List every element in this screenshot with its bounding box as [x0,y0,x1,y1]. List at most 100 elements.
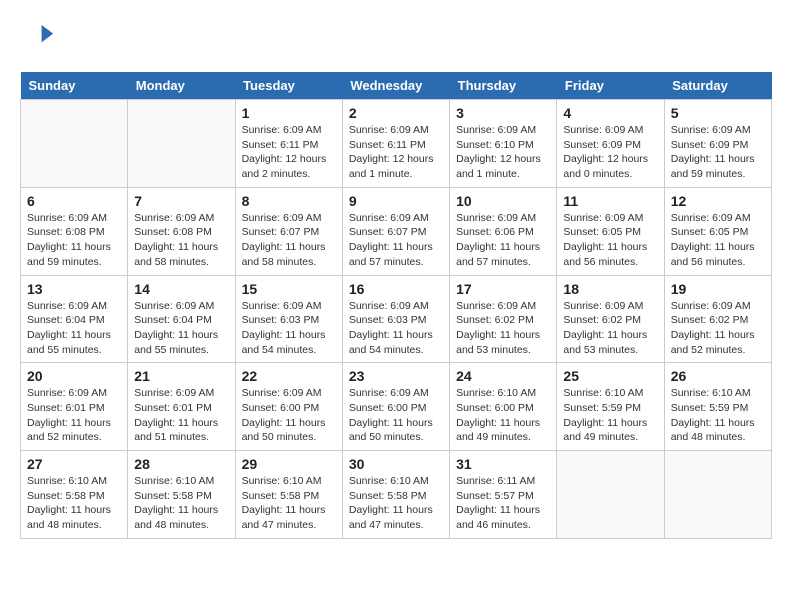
calendar-cell: 27 Sunrise: 6:10 AM Sunset: 5:58 PM Dayli… [21,451,128,539]
day-number: 26 [671,368,765,384]
logo [20,20,60,56]
weekday-header: Monday [128,72,235,100]
day-number: 19 [671,281,765,297]
calendar-table: SundayMondayTuesdayWednesdayThursdayFrid… [20,72,772,539]
cell-info: Sunrise: 6:10 AM Sunset: 5:58 PM Dayligh… [27,474,121,533]
week-row: 1 Sunrise: 6:09 AM Sunset: 6:11 PM Daylig… [21,100,772,188]
day-number: 4 [563,105,657,121]
calendar-cell: 12Sunrise: 6:09 AM Sunset: 6:05 PM Dayli… [664,187,771,275]
calendar-cell: 7 Sunrise: 6:09 AM Sunset: 6:08 PM Daylig… [128,187,235,275]
day-number: 20 [27,368,121,384]
calendar-cell: 5 Sunrise: 6:09 AM Sunset: 6:09 PM Daylig… [664,100,771,188]
day-number: 16 [349,281,443,297]
day-number: 31 [456,456,550,472]
day-number: 6 [27,193,121,209]
cell-info: Sunrise: 6:09 AM Sunset: 6:07 PM Dayligh… [242,211,336,270]
calendar-cell: 25Sunrise: 6:10 AM Sunset: 5:59 PM Dayli… [557,363,664,451]
calendar-cell: 19Sunrise: 6:09 AM Sunset: 6:02 PM Dayli… [664,275,771,363]
week-row: 13Sunrise: 6:09 AM Sunset: 6:04 PM Dayli… [21,275,772,363]
weekday-header: Saturday [664,72,771,100]
calendar-cell: 3 Sunrise: 6:09 AM Sunset: 6:10 PM Daylig… [450,100,557,188]
week-row: 20 Sunrise: 6:09 AM Sunset: 6:01 PM Dayli… [21,363,772,451]
calendar-cell: 10 Sunrise: 6:09 AM Sunset: 6:06 PM Dayli… [450,187,557,275]
day-number: 2 [349,105,443,121]
cell-info: Sunrise: 6:09 AM Sunset: 6:08 PM Dayligh… [27,211,121,270]
day-number: 21 [134,368,228,384]
cell-info: Sunrise: 6:09 AM Sunset: 6:01 PM Dayligh… [27,386,121,445]
day-number: 12 [671,193,765,209]
cell-info: Sunrise: 6:10 AM Sunset: 5:59 PM Dayligh… [671,386,765,445]
cell-info: Sunrise: 6:09 AM Sunset: 6:04 PM Dayligh… [134,299,228,358]
calendar-body: 1 Sunrise: 6:09 AM Sunset: 6:11 PM Daylig… [21,100,772,539]
calendar-cell: 1 Sunrise: 6:09 AM Sunset: 6:11 PM Daylig… [235,100,342,188]
day-number: 8 [242,193,336,209]
day-number: 1 [242,105,336,121]
day-number: 11 [563,193,657,209]
cell-info: Sunrise: 6:09 AM Sunset: 6:04 PM Dayligh… [27,299,121,358]
cell-info: Sunrise: 6:10 AM Sunset: 5:58 PM Dayligh… [242,474,336,533]
week-row: 6 Sunrise: 6:09 AM Sunset: 6:08 PM Daylig… [21,187,772,275]
cell-info: Sunrise: 6:09 AM Sunset: 6:06 PM Dayligh… [456,211,550,270]
day-number: 10 [456,193,550,209]
day-number: 3 [456,105,550,121]
day-number: 15 [242,281,336,297]
cell-info: Sunrise: 6:10 AM Sunset: 5:58 PM Dayligh… [134,474,228,533]
cell-info: Sunrise: 6:09 AM Sunset: 6:11 PM Dayligh… [242,123,336,182]
calendar-cell: 14 Sunrise: 6:09 AM Sunset: 6:04 PM Dayli… [128,275,235,363]
calendar-cell [664,451,771,539]
calendar-cell: 9Sunrise: 6:09 AM Sunset: 6:07 PM Daylig… [342,187,449,275]
day-number: 5 [671,105,765,121]
calendar-cell: 26 Sunrise: 6:10 AM Sunset: 5:59 PM Dayli… [664,363,771,451]
day-number: 29 [242,456,336,472]
calendar-cell: 23 Sunrise: 6:09 AM Sunset: 6:00 PM Dayli… [342,363,449,451]
page-header [20,20,772,56]
day-number: 14 [134,281,228,297]
calendar-cell: 20 Sunrise: 6:09 AM Sunset: 6:01 PM Dayli… [21,363,128,451]
calendar-cell: 24 Sunrise: 6:10 AM Sunset: 6:00 PM Dayli… [450,363,557,451]
cell-info: Sunrise: 6:09 AM Sunset: 6:00 PM Dayligh… [349,386,443,445]
weekday-header: Friday [557,72,664,100]
day-number: 22 [242,368,336,384]
calendar-cell: 2 Sunrise: 6:09 AM Sunset: 6:11 PM Daylig… [342,100,449,188]
cell-info: Sunrise: 6:10 AM Sunset: 6:00 PM Dayligh… [456,386,550,445]
cell-info: Sunrise: 6:09 AM Sunset: 6:03 PM Dayligh… [242,299,336,358]
weekday-header: Wednesday [342,72,449,100]
cell-info: Sunrise: 6:09 AM Sunset: 6:09 PM Dayligh… [671,123,765,182]
day-number: 9 [349,193,443,209]
weekday-header: Sunday [21,72,128,100]
calendar-cell [128,100,235,188]
cell-info: Sunrise: 6:10 AM Sunset: 5:59 PM Dayligh… [563,386,657,445]
cell-info: Sunrise: 6:10 AM Sunset: 5:58 PM Dayligh… [349,474,443,533]
day-number: 30 [349,456,443,472]
calendar-cell: 8 Sunrise: 6:09 AM Sunset: 6:07 PM Daylig… [235,187,342,275]
calendar-cell [21,100,128,188]
calendar-cell: 15 Sunrise: 6:09 AM Sunset: 6:03 PM Dayli… [235,275,342,363]
cell-info: Sunrise: 6:11 AM Sunset: 5:57 PM Dayligh… [456,474,550,533]
cell-info: Sunrise: 6:09 AM Sunset: 6:05 PM Dayligh… [563,211,657,270]
calendar-cell: 28 Sunrise: 6:10 AM Sunset: 5:58 PM Dayli… [128,451,235,539]
cell-info: Sunrise: 6:09 AM Sunset: 6:10 PM Dayligh… [456,123,550,182]
calendar-cell: 22Sunrise: 6:09 AM Sunset: 6:00 PM Dayli… [235,363,342,451]
cell-info: Sunrise: 6:09 AM Sunset: 6:08 PM Dayligh… [134,211,228,270]
cell-info: Sunrise: 6:09 AM Sunset: 6:02 PM Dayligh… [456,299,550,358]
day-number: 23 [349,368,443,384]
header-row: SundayMondayTuesdayWednesdayThursdayFrid… [21,72,772,100]
calendar-cell: 30 Sunrise: 6:10 AM Sunset: 5:58 PM Dayli… [342,451,449,539]
calendar-cell [557,451,664,539]
day-number: 28 [134,456,228,472]
day-number: 17 [456,281,550,297]
day-number: 18 [563,281,657,297]
cell-info: Sunrise: 6:09 AM Sunset: 6:03 PM Dayligh… [349,299,443,358]
calendar-cell: 13Sunrise: 6:09 AM Sunset: 6:04 PM Dayli… [21,275,128,363]
day-number: 7 [134,193,228,209]
calendar-cell: 17 Sunrise: 6:09 AM Sunset: 6:02 PM Dayli… [450,275,557,363]
calendar-cell: 31 Sunrise: 6:11 AM Sunset: 5:57 PM Dayli… [450,451,557,539]
calendar-header: SundayMondayTuesdayWednesdayThursdayFrid… [21,72,772,100]
day-number: 27 [27,456,121,472]
weekday-header: Tuesday [235,72,342,100]
calendar-cell: 6 Sunrise: 6:09 AM Sunset: 6:08 PM Daylig… [21,187,128,275]
day-number: 24 [456,368,550,384]
cell-info: Sunrise: 6:09 AM Sunset: 6:11 PM Dayligh… [349,123,443,182]
weekday-header: Thursday [450,72,557,100]
logo-icon [20,20,56,56]
